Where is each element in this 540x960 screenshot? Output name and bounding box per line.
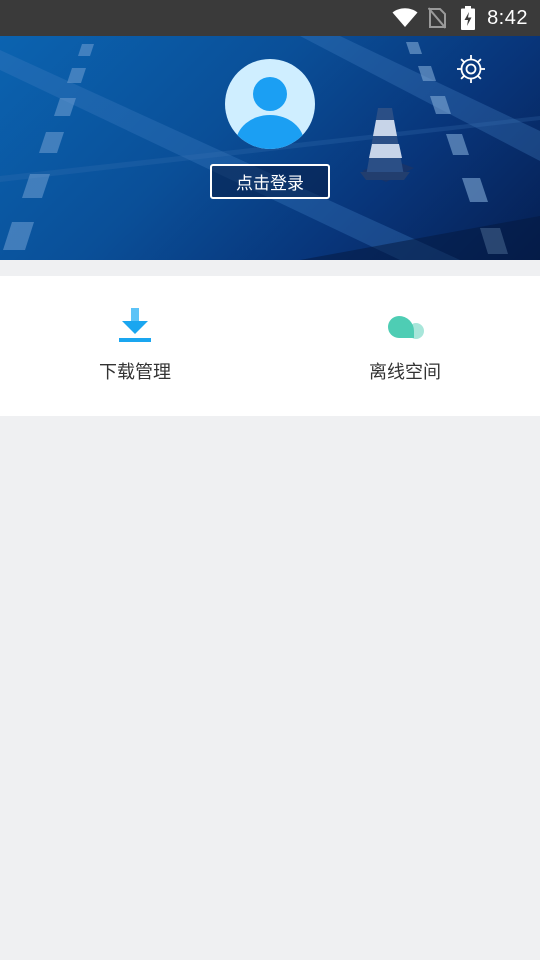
gear-icon[interactable]: [454, 52, 488, 86]
no-sim-icon: [426, 0, 448, 36]
offline-space-button[interactable]: 离线空间: [270, 276, 540, 416]
profile-header: 点击登录: [0, 36, 540, 260]
avatar[interactable]: [225, 59, 315, 149]
offline-space-label: 离线空间: [369, 362, 441, 383]
status-bar: 8:42: [0, 0, 540, 36]
status-time: 8:42: [487, 7, 528, 29]
download-manager-button[interactable]: 下载管理: [0, 276, 270, 416]
download-icon: [115, 306, 155, 346]
cloud-icon: [385, 306, 425, 346]
user-avatar-icon: [236, 77, 304, 149]
quick-actions-panel: 下载管理 离线空间: [0, 276, 540, 416]
login-button[interactable]: 点击登录: [210, 164, 330, 199]
wifi-icon: [391, 0, 419, 36]
download-manager-label: 下载管理: [99, 362, 171, 383]
traffic-cone-decoration: [360, 108, 414, 182]
battery-charging-icon: [457, 0, 479, 36]
